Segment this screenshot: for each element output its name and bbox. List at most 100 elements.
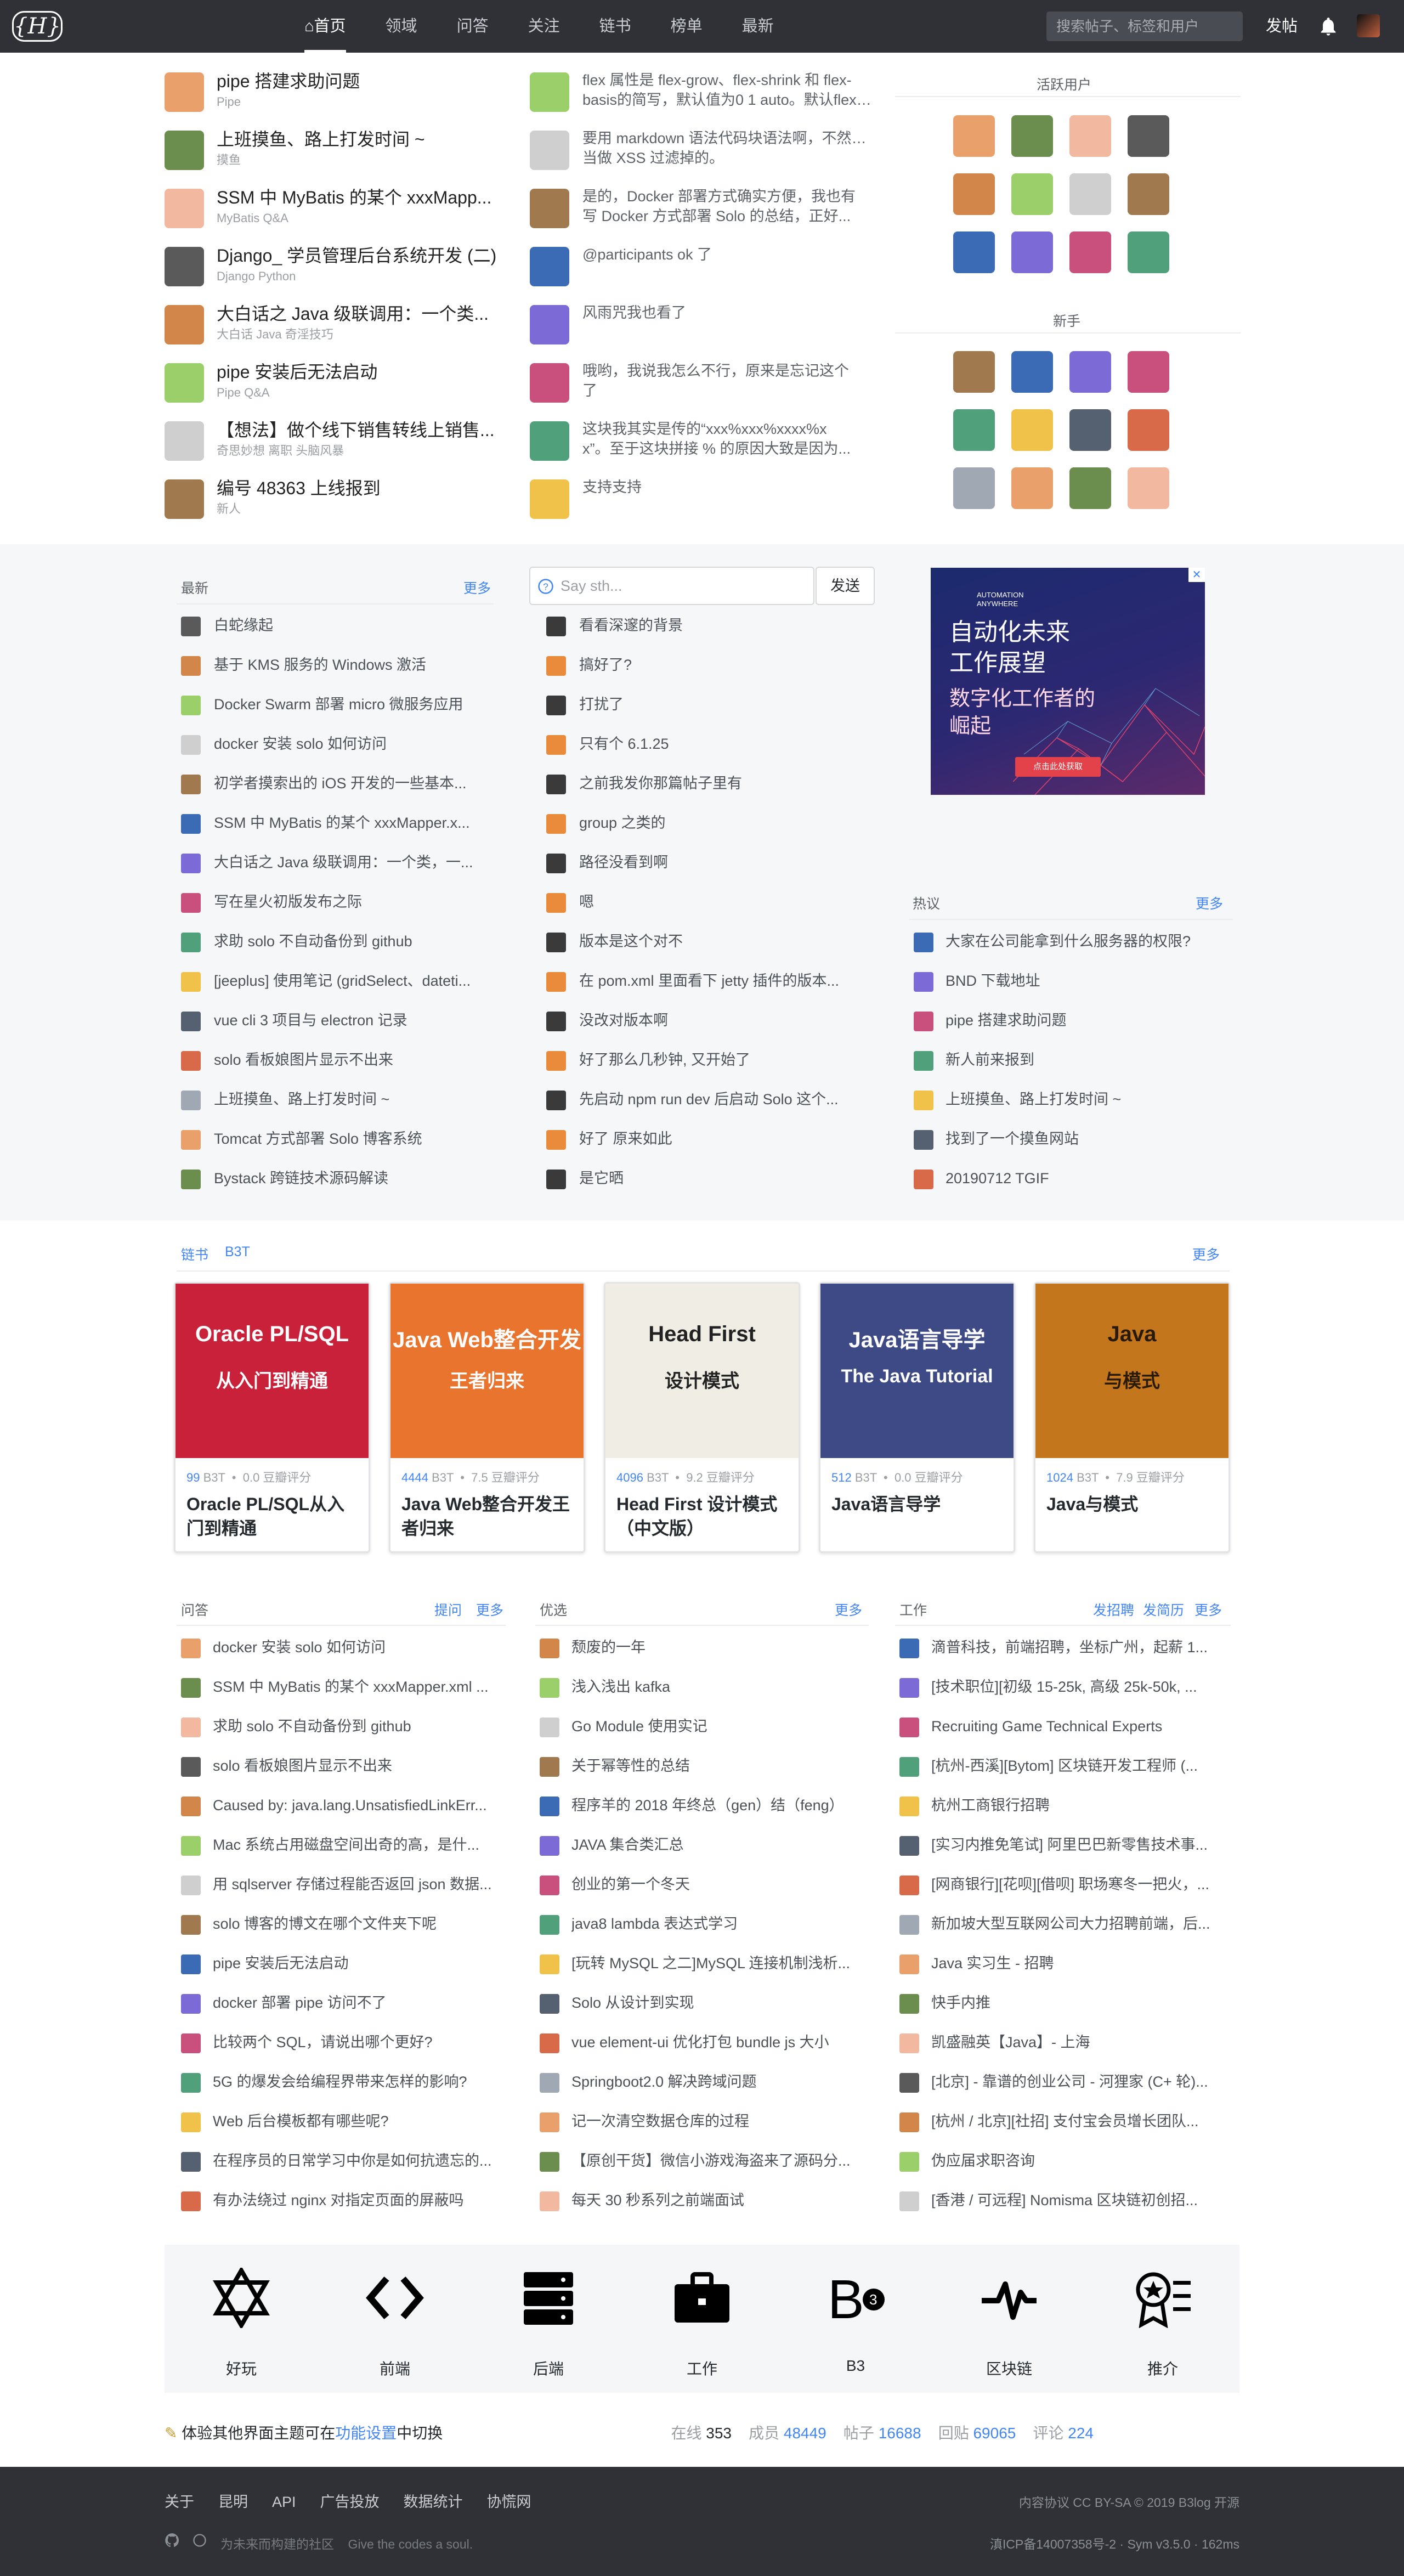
new-user-avatar[interactable] bbox=[953, 409, 995, 451]
comment-text[interactable]: x”。至于这块拼接 % 的原因大致是因为... bbox=[582, 439, 872, 459]
search-input[interactable]: 搜索帖子、标签和用户 bbox=[1046, 12, 1243, 41]
book-title[interactable]: Java Web整合开发王者归来 bbox=[401, 1492, 576, 1540]
book-cover[interactable]: Java Web整合开发 王者归来 bbox=[390, 1284, 584, 1458]
book-title[interactable]: Oracle PL/SQL从入门到精通 bbox=[186, 1492, 361, 1540]
post-tags[interactable]: 新人 bbox=[217, 501, 502, 517]
comment-text[interactable]: flex 属性是 flex-grow、flex-shrink 和 flex- bbox=[582, 70, 872, 90]
b3t-tab[interactable]: B3T bbox=[225, 1244, 250, 1260]
book-card[interactable]: Head First 设计模式 4096 B3T • 9.2 豆瓣评分 Head Fi… bbox=[604, 1282, 800, 1553]
post-author-avatar[interactable] bbox=[165, 305, 204, 344]
replies-count[interactable]: 69065 bbox=[973, 2425, 1016, 2442]
ad-cta-button[interactable]: 点击此处获取 bbox=[1015, 757, 1101, 777]
qa-item[interactable]: docker 安装 solo 如何访问 bbox=[213, 1637, 507, 1657]
comment-author-avatar[interactable] bbox=[530, 131, 569, 170]
comment-text[interactable]: 当做 XSS 过滤掉的。 bbox=[582, 148, 872, 168]
post-author-avatar[interactable] bbox=[165, 479, 204, 519]
qa-item[interactable]: Web 后台模板都有哪些呢? bbox=[213, 2111, 507, 2131]
nav-ranking[interactable]: 榜单 bbox=[671, 0, 703, 53]
footer-link-ads[interactable]: 广告投放 bbox=[320, 2494, 380, 2510]
comment-author-avatar[interactable] bbox=[530, 479, 569, 519]
post-title[interactable]: 上班摸鱼、路上打发时间 ~ bbox=[217, 128, 502, 150]
domain-tile[interactable]: 前端 bbox=[318, 2245, 472, 2393]
active-user-avatar[interactable] bbox=[1011, 115, 1053, 157]
new-user-avatar[interactable] bbox=[1011, 409, 1053, 451]
new-user-avatar[interactable] bbox=[1128, 467, 1169, 509]
hot-item[interactable]: 上班摸鱼、路上打发时间 ~ bbox=[946, 1089, 1231, 1109]
latest-item[interactable]: docker 安装 solo 如何访问 bbox=[214, 734, 488, 754]
latest-item[interactable]: [jeeplus] 使用笔记 (gridSelect、dateti... bbox=[214, 971, 488, 991]
latest-item[interactable]: 大白话之 Java 级联调用：一个类，一... bbox=[214, 852, 488, 872]
ad-banner[interactable]: AUTOMATION ANYWHERE 自动化未来 工作展望 数字化工作者的 崛… bbox=[931, 568, 1205, 795]
send-button[interactable]: 发送 bbox=[816, 567, 875, 605]
post-author-avatar[interactable] bbox=[165, 363, 204, 403]
user-avatar[interactable] bbox=[1357, 14, 1380, 37]
comment-author-avatar[interactable] bbox=[530, 247, 569, 286]
qa-item[interactable]: 5G 的爆发会给编程界带来怎样的影响? bbox=[213, 2072, 507, 2092]
post-author-avatar[interactable] bbox=[165, 247, 204, 286]
nav-qna[interactable]: 问答 bbox=[457, 0, 489, 53]
job-item[interactable]: [实习内推免笔试] 阿里巴巴新零售技术事... bbox=[931, 1835, 1230, 1855]
post-author-avatar[interactable] bbox=[165, 421, 204, 461]
latest-item[interactable]: 上班摸鱼、路上打发时间 ~ bbox=[214, 1089, 488, 1109]
book-card[interactable]: Java语言导学 The Java Tutorial 512 B3T • 0.0 豆… bbox=[819, 1282, 1015, 1553]
job-item[interactable]: [技术职位][初级 15-25k, 高级 25k-50k, ... bbox=[931, 1677, 1230, 1697]
latest-item[interactable]: 写在星火初版发布之际 bbox=[214, 892, 488, 912]
books-tab[interactable]: 链书 bbox=[181, 1244, 208, 1264]
comment-author-avatar[interactable] bbox=[530, 189, 569, 228]
active-user-avatar[interactable] bbox=[953, 115, 995, 157]
nav-latest[interactable]: 最新 bbox=[742, 0, 774, 53]
picks-item[interactable]: [玩转 MySQL 之二]MySQL 连接机制浅析... bbox=[571, 1953, 870, 1973]
ask-question-link[interactable]: 提问 bbox=[434, 1600, 462, 1619]
domain-tile[interactable]: 区块链 bbox=[932, 2245, 1086, 2393]
post-title[interactable]: 编号 48363 上线报到 bbox=[217, 477, 502, 499]
footer-link-api[interactable]: API bbox=[272, 2494, 296, 2510]
book-cover[interactable]: Java语言导学 The Java Tutorial bbox=[820, 1284, 1014, 1458]
domain-tile[interactable]: B 3 B3 bbox=[779, 2245, 932, 2393]
comment-author-avatar[interactable] bbox=[530, 72, 569, 112]
b3log-icon[interactable] bbox=[192, 2533, 207, 2548]
new-user-avatar[interactable] bbox=[1069, 467, 1111, 509]
post-title[interactable]: pipe 搭建求助问题 bbox=[217, 70, 502, 92]
qa-more-link[interactable]: 更多 bbox=[476, 1600, 503, 1619]
latest-item[interactable]: SSM 中 MyBatis 的某个 xxxMapper.x... bbox=[214, 813, 488, 833]
picks-item[interactable]: 关于幂等性的总结 bbox=[571, 1756, 870, 1776]
book-card[interactable]: Oracle PL/SQL 从入门到精通 99 B3T • 0.0 豆瓣评分 Orac… bbox=[174, 1282, 370, 1553]
comment-text[interactable]: 要用 markdown 语法代码块语法啊，不然会被 bbox=[582, 128, 872, 148]
books-more-link[interactable]: 更多 bbox=[1192, 1244, 1220, 1264]
job-item[interactable]: 杭州工商银行招聘 bbox=[931, 1795, 1230, 1815]
nav-domains[interactable]: 领域 bbox=[386, 0, 417, 53]
post-tags[interactable]: 大白话 Java 奇淫技巧 bbox=[217, 327, 502, 342]
post-author-avatar[interactable] bbox=[165, 131, 204, 170]
comment-text[interactable]: 是的，Docker 部署方式确实方便，我也有 bbox=[582, 187, 872, 206]
comment-author-avatar[interactable] bbox=[530, 305, 569, 344]
book-title[interactable]: Java语言导学 bbox=[831, 1492, 1006, 1516]
comment-author-avatar[interactable] bbox=[530, 421, 569, 461]
latest-item[interactable]: 初学者摸索出的 iOS 开发的一些基本... bbox=[214, 773, 488, 793]
ad-close-icon[interactable]: ✕ bbox=[1188, 568, 1205, 582]
picks-item[interactable]: java8 lambda 表达式学习 bbox=[571, 1914, 870, 1934]
job-item[interactable]: [香港 / 可远程] Nomisma 区块链初创招... bbox=[931, 2190, 1230, 2210]
qa-item[interactable]: Mac 系统占用磁盘空间出奇的高，是什... bbox=[213, 1835, 507, 1855]
hot-item[interactable]: 大家在公司能拿到什么服务器的权限? bbox=[946, 931, 1231, 951]
job-item[interactable]: 新加坡大型互联网公司大力招聘前端，后... bbox=[931, 1914, 1230, 1934]
qa-item[interactable]: Caused by: java.lang.UnsatisfiedLinkErr.… bbox=[213, 1795, 507, 1815]
new-user-avatar[interactable] bbox=[1128, 351, 1169, 393]
picks-item[interactable]: 程序羊的 2018 年终总（gen）结（feng） bbox=[571, 1795, 870, 1815]
job-item[interactable]: [杭州 / 北京][社招] 支付宝会员增长团队... bbox=[931, 2111, 1230, 2131]
new-user-avatar[interactable] bbox=[1069, 351, 1111, 393]
latest-more-link[interactable]: 更多 bbox=[463, 578, 491, 597]
active-user-avatar[interactable] bbox=[953, 231, 995, 273]
picks-item[interactable]: 【原创干货】微信小游戏海盗来了源码分... bbox=[571, 2151, 870, 2171]
footer-link-kunming[interactable]: 昆明 bbox=[218, 2494, 248, 2510]
hot-item[interactable]: BND 下载地址 bbox=[946, 971, 1231, 991]
new-user-avatar[interactable] bbox=[1128, 409, 1169, 451]
active-user-avatar[interactable] bbox=[1011, 173, 1053, 215]
picks-item[interactable]: 颓废的一年 bbox=[571, 1637, 870, 1657]
picks-item[interactable]: 创业的第一个冬天 bbox=[571, 1874, 870, 1894]
latest-item[interactable]: Bystack 跨链技术源码解读 bbox=[214, 1168, 488, 1188]
post-resume-link[interactable]: 发简历 bbox=[1143, 1600, 1184, 1619]
site-logo[interactable]: {H} bbox=[12, 11, 63, 42]
job-item[interactable]: [北京] - 靠谱的创业公司 - 河狸家 (C+ 轮)... bbox=[931, 2072, 1230, 2092]
post-tags[interactable]: Pipe bbox=[217, 94, 502, 110]
active-user-avatar[interactable] bbox=[1128, 115, 1169, 157]
